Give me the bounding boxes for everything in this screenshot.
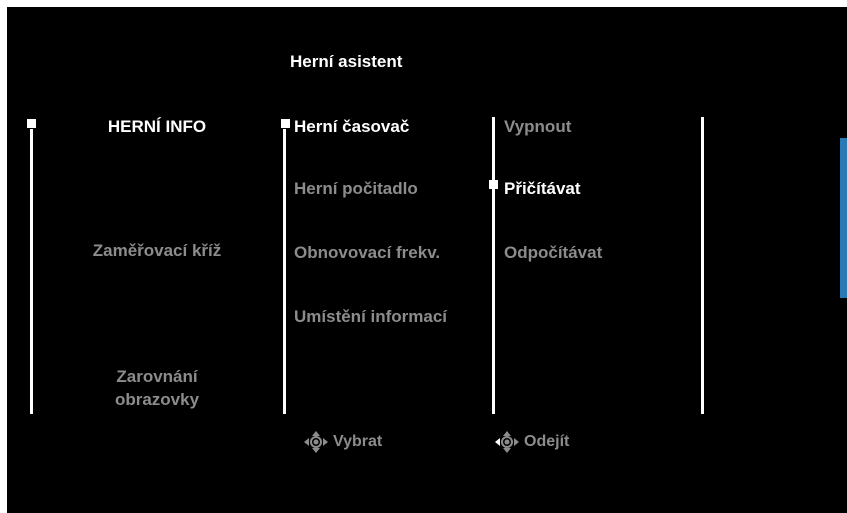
joystick-left-icon (494, 430, 520, 454)
hint-select: Vybrat (303, 430, 382, 454)
hint-select-label: Vybrat (333, 433, 383, 450)
osd-menu: Herní asistent HERNÍ INFO Zaměřovací kří… (7, 7, 847, 513)
submenu-item-herni-pocitadlo[interactable]: Herní počitadlo (294, 179, 418, 199)
column-divider-2 (283, 129, 286, 414)
menu-item-zarovnani-obrazovky[interactable]: Zarovnání obrazovky (72, 365, 242, 411)
scroll-accent-bar (840, 138, 847, 298)
option-pricitavat[interactable]: Přičítávat (504, 179, 581, 199)
menu-item-zarovnani-obrazovky-label: Zarovnání obrazovky (114, 367, 200, 409)
option-odpocitavat[interactable]: Odpočítávat (504, 243, 602, 263)
selection-marker-option (489, 180, 498, 189)
submenu-item-umisteni-informaci[interactable]: Umístění informací (294, 307, 447, 327)
submenu-item-obnovovaci-frekv[interactable]: Obnovovací frekv. (294, 243, 440, 263)
column-divider-3 (492, 117, 495, 414)
menu-title: Herní asistent (290, 52, 403, 71)
submenu-item-herni-casovac[interactable]: Herní časovač (294, 117, 409, 137)
menu-item-zamerovaci-kriz[interactable]: Zaměřovací kříž (72, 241, 242, 261)
option-vypnout[interactable]: Vypnout (504, 117, 571, 137)
joystick-icon (303, 430, 329, 454)
hint-exit: Odejít (494, 430, 569, 454)
menu-item-herni-info[interactable]: HERNÍ INFO (72, 117, 242, 137)
column-divider-1 (30, 129, 33, 414)
hint-exit-label: Odejít (524, 433, 570, 450)
selection-marker-main (27, 119, 36, 128)
selection-marker-sub (281, 119, 290, 128)
column-divider-4 (701, 117, 704, 414)
